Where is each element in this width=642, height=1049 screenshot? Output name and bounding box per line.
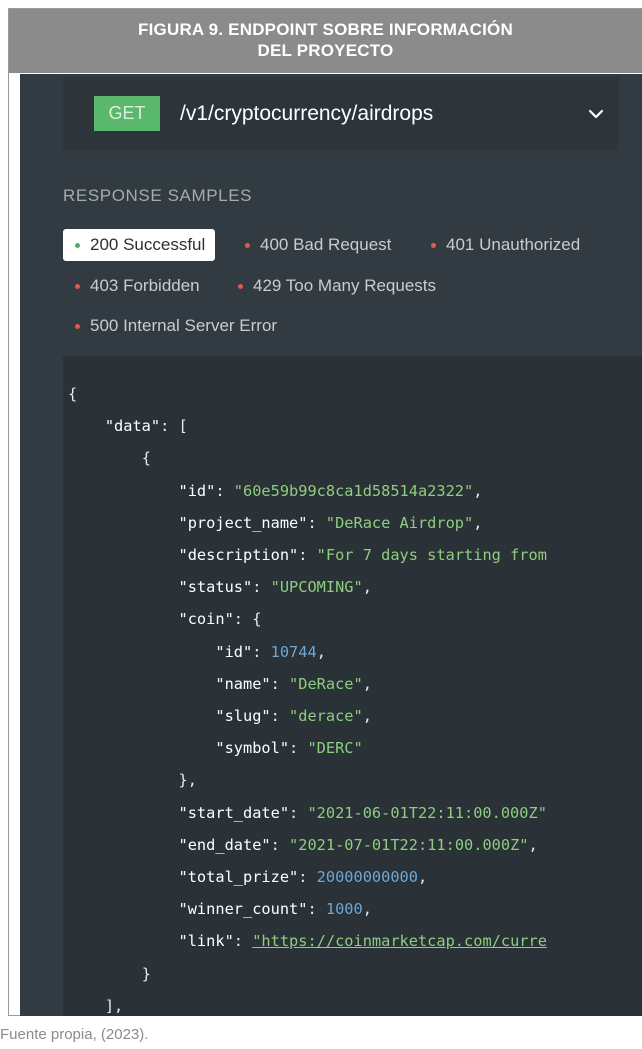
code-line: "id": "60e59b99c8ca1d58514a2322",: [178, 481, 483, 500]
code-line: "winner_count": 1000,: [178, 900, 372, 919]
endpoint-header[interactable]: GET /v1/cryptocurrency/airdrops: [63, 77, 618, 150]
tab-403-forbidden[interactable]: 403 Forbidden: [63, 270, 200, 302]
code-line: },: [178, 771, 197, 790]
code-line: "coin": {: [178, 610, 262, 629]
tab-400-bad-request[interactable]: 400 Bad Request: [233, 229, 391, 261]
code-line: "name": "DeRace",: [215, 674, 372, 693]
code-line: {: [141, 449, 151, 468]
error-dot-icon: [75, 324, 80, 329]
code-line: "id": 10744,: [215, 642, 326, 661]
figure-caption: FIGURA 9. ENDPOINT SOBRE INFORMACIÓN DEL…: [9, 9, 642, 73]
figure-source-note: Fuente propia, (2023).: [0, 1026, 149, 1043]
code-line: {: [68, 385, 78, 403]
tab-label: 400 Bad Request: [260, 235, 392, 254]
tab-label: 403 Forbidden: [90, 276, 200, 295]
error-dot-icon: [431, 243, 436, 248]
tab-label: 500 Internal Server Error: [90, 316, 278, 335]
response-samples-title: RESPONSE SAMPLES: [63, 186, 253, 205]
code-line: "end_date": "2021-07-01T22:11:00.000Z",: [178, 835, 538, 854]
tab-label: 200 Successful: [90, 235, 206, 254]
error-dot-icon: [238, 284, 243, 289]
code-line: "project_name": "DeRace Airdrop",: [178, 513, 483, 532]
figure-frame: FIGURA 9. ENDPOINT SOBRE INFORMACIÓN DEL…: [8, 8, 642, 1016]
tab-label: 429 Too Many Requests: [253, 276, 437, 295]
code-line: "data": [: [104, 417, 188, 436]
figure-caption-line1: FIGURA 9. ENDPOINT SOBRE INFORMACIÓN: [138, 20, 513, 39]
code-line: ],: [104, 996, 124, 1015]
code-line: "link": "https://coinmarketcap.com/curre: [178, 932, 547, 951]
tab-500-internal-server-error[interactable]: 500 Internal Server Error: [63, 310, 277, 342]
figure-caption-line2: DEL PROYECTO: [257, 41, 394, 60]
code-line: "description": "For 7 days starting from: [178, 546, 547, 565]
error-dot-icon: [245, 243, 250, 248]
tab-401-unauthorized[interactable]: 401 Unauthorized: [419, 229, 580, 261]
tab-429-too-many-requests[interactable]: 429 Too Many Requests: [226, 270, 436, 302]
json-code: { "data": [ { "id": "60e59b99c8ca1d58514…: [68, 378, 547, 1016]
tab-label: 401 Unauthorized: [446, 235, 581, 254]
tab-200-successful[interactable]: 200 Successful: [63, 229, 216, 261]
api-docs-screenshot: GET /v1/cryptocurrency/airdrops RESPONSE…: [20, 74, 642, 1016]
coinmarketcap-link[interactable]: "https://coinmarketcap.com/curre: [252, 932, 547, 950]
code-line: "start_date": "2021-06-01T22:11:00.000Z": [178, 803, 547, 822]
code-line: "status": "UPCOMING",: [178, 578, 372, 597]
http-method-badge: GET: [94, 96, 160, 131]
code-line: "symbol": "DERC": [215, 739, 363, 758]
code-line: "slug": "derace",: [215, 707, 372, 726]
json-response-panel[interactable]: { "data": [ { "id": "60e59b99c8ca1d58514…: [63, 356, 642, 1016]
code-line: "total_prize": 20000000000,: [178, 868, 428, 887]
chevron-down-icon[interactable]: [586, 104, 606, 124]
endpoint-path: /v1/cryptocurrency/airdrops: [180, 102, 434, 125]
code-line: }: [141, 964, 151, 983]
error-dot-icon: [75, 284, 80, 289]
success-dot-icon: [75, 243, 80, 248]
